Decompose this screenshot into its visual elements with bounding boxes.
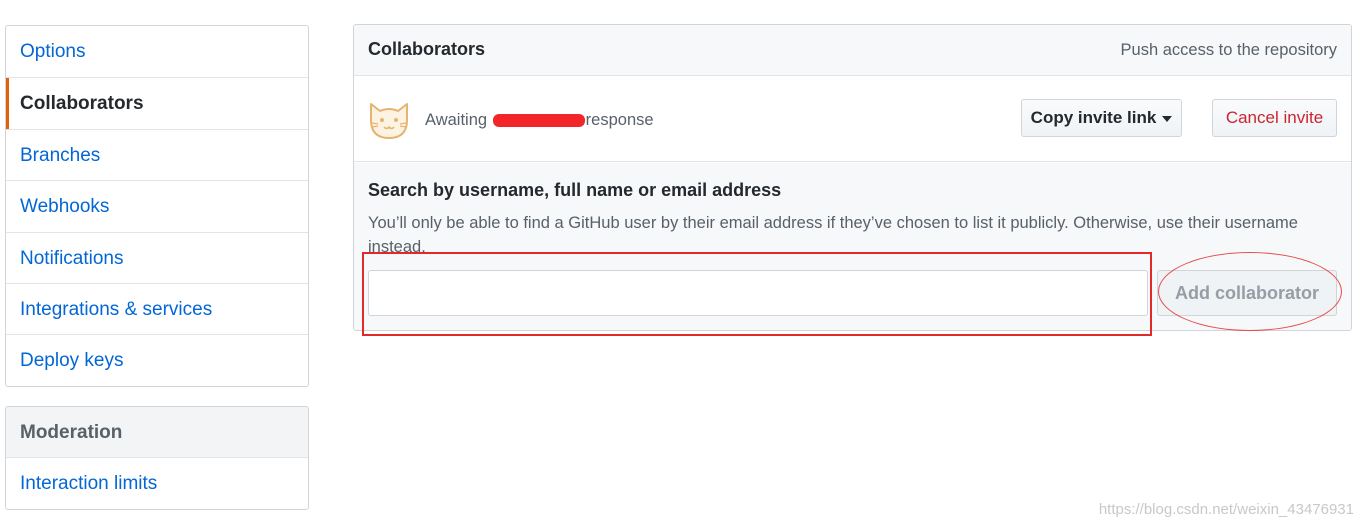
- awaiting-suffix: response: [585, 111, 654, 129]
- search-label: Search by username, full name or email a…: [368, 180, 782, 200]
- copy-invite-label: Copy invite link: [1030, 108, 1157, 127]
- moderation-heading: Moderation: [6, 407, 308, 458]
- moderation-menu: Moderation Interaction limits: [5, 406, 309, 511]
- sidebar-item-deploy-keys[interactable]: Deploy keys: [6, 334, 308, 385]
- pending-invite-row: Awaiting response Copy invite link Cance…: [354, 77, 1351, 162]
- awaiting-response-text: Awaiting response: [425, 111, 654, 130]
- sidebar-item-integrations[interactable]: Integrations & services: [6, 282, 308, 334]
- awaiting-prefix: Awaiting: [425, 111, 488, 129]
- caret-down-icon: [1162, 115, 1173, 122]
- sidebar-item-interaction-limits[interactable]: Interaction limits: [6, 458, 308, 509]
- push-access-note: Push access to the repository: [1120, 41, 1337, 59]
- redacted-username: [492, 114, 585, 128]
- watermark: https://blog.csdn.net/weixin_43476931: [1098, 501, 1354, 518]
- collaborator-search-input[interactable]: [368, 270, 1148, 316]
- sidebar-item-options[interactable]: Options: [6, 26, 308, 77]
- collaborators-box: Collaborators Push access to the reposit…: [353, 24, 1352, 331]
- cancel-invite-button[interactable]: Cancel invite: [1212, 99, 1337, 137]
- sidebar-item-webhooks[interactable]: Webhooks: [6, 180, 308, 231]
- cat-face-icon: [370, 103, 408, 139]
- settings-menu: Options Collaborators Branches Webhooks …: [5, 25, 309, 387]
- add-collaborator-button[interactable]: Add collaborator: [1157, 270, 1337, 316]
- collaborators-header: Collaborators Push access to the reposit…: [354, 25, 1351, 76]
- sidebar-item-notifications[interactable]: Notifications: [6, 231, 308, 283]
- search-note: You’ll only be able to find a GitHub use…: [368, 214, 1298, 256]
- sidebar-item-branches[interactable]: Branches: [6, 128, 308, 180]
- sidebar-item-collaborators[interactable]: Collaborators: [6, 77, 308, 130]
- add-collaborator-form: Search by username, full name or email a…: [354, 163, 1351, 330]
- copy-invite-link-button[interactable]: Copy invite link: [1021, 99, 1182, 137]
- collaborators-title: Collaborators: [368, 39, 486, 59]
